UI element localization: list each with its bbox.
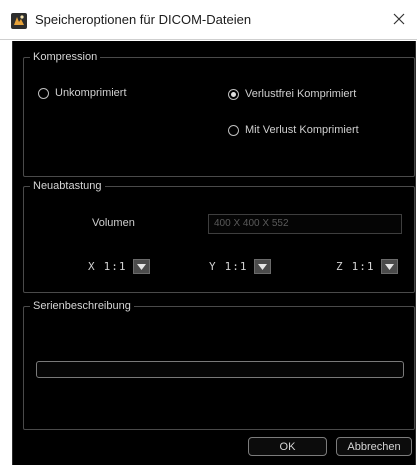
radio-lossless[interactable]: Verlustfrei Komprimiert <box>228 88 356 100</box>
window-title-bar: Speicheroptionen für DICOM-Dateien <box>0 0 417 40</box>
chevron-down-icon <box>257 263 267 270</box>
volume-label: Volumen <box>92 217 135 229</box>
axis-y-value: 1:1 <box>224 260 248 273</box>
series-description-group: Serienbeschreibung <box>23 300 415 430</box>
axis-y-label: Y <box>209 260 216 273</box>
axis-x-control: X 1:1 <box>88 259 150 274</box>
chevron-down-icon <box>384 263 394 270</box>
chevron-down-icon <box>136 263 146 270</box>
ok-button[interactable]: OK <box>248 437 327 456</box>
compression-group-title: Kompression <box>30 51 101 64</box>
radio-lossy[interactable]: Mit Verlust Komprimiert <box>228 124 359 136</box>
axis-x-value: 1:1 <box>103 260 127 273</box>
axis-y-dropdown-button[interactable] <box>253 259 271 274</box>
radio-label: Mit Verlust Komprimiert <box>245 124 359 136</box>
close-button[interactable] <box>381 0 417 40</box>
compression-group: Kompression Unkomprimiert Verlustfrei Ko… <box>23 51 415 177</box>
axis-x-dropdown-button[interactable] <box>132 259 150 274</box>
dicom-app-icon <box>11 13 27 29</box>
axis-z-value: 1:1 <box>351 260 375 273</box>
axis-y-control: Y 1:1 <box>209 259 271 274</box>
axis-z-label: Z <box>336 260 343 273</box>
series-description-input[interactable] <box>36 361 404 378</box>
radio-circle <box>228 124 239 136</box>
radio-uncompressed[interactable]: Unkomprimiert <box>38 87 127 99</box>
series-description-group-title: Serienbeschreibung <box>30 300 134 313</box>
radio-label: Unkomprimiert <box>55 87 127 99</box>
window-title: Speicheroptionen für DICOM-Dateien <box>35 12 252 27</box>
radio-label: Verlustfrei Komprimiert <box>245 88 357 100</box>
axis-x-label: X <box>88 260 95 273</box>
cancel-button[interactable]: Abbrechen <box>336 437 412 456</box>
resampling-group: Neuabtastung Volumen 400 X 400 X 552 X 1… <box>23 180 415 293</box>
radio-circle <box>38 87 49 99</box>
close-icon <box>393 13 405 28</box>
axis-z-control: Z 1:1 <box>336 259 398 274</box>
volume-field: 400 X 400 X 552 <box>208 214 402 234</box>
resampling-group-title: Neuabtastung <box>30 180 105 193</box>
dialog-body: Kompression Unkomprimiert Verlustfrei Ko… <box>12 41 416 465</box>
axis-z-dropdown-button[interactable] <box>380 259 398 274</box>
radio-circle-checked <box>228 88 239 100</box>
